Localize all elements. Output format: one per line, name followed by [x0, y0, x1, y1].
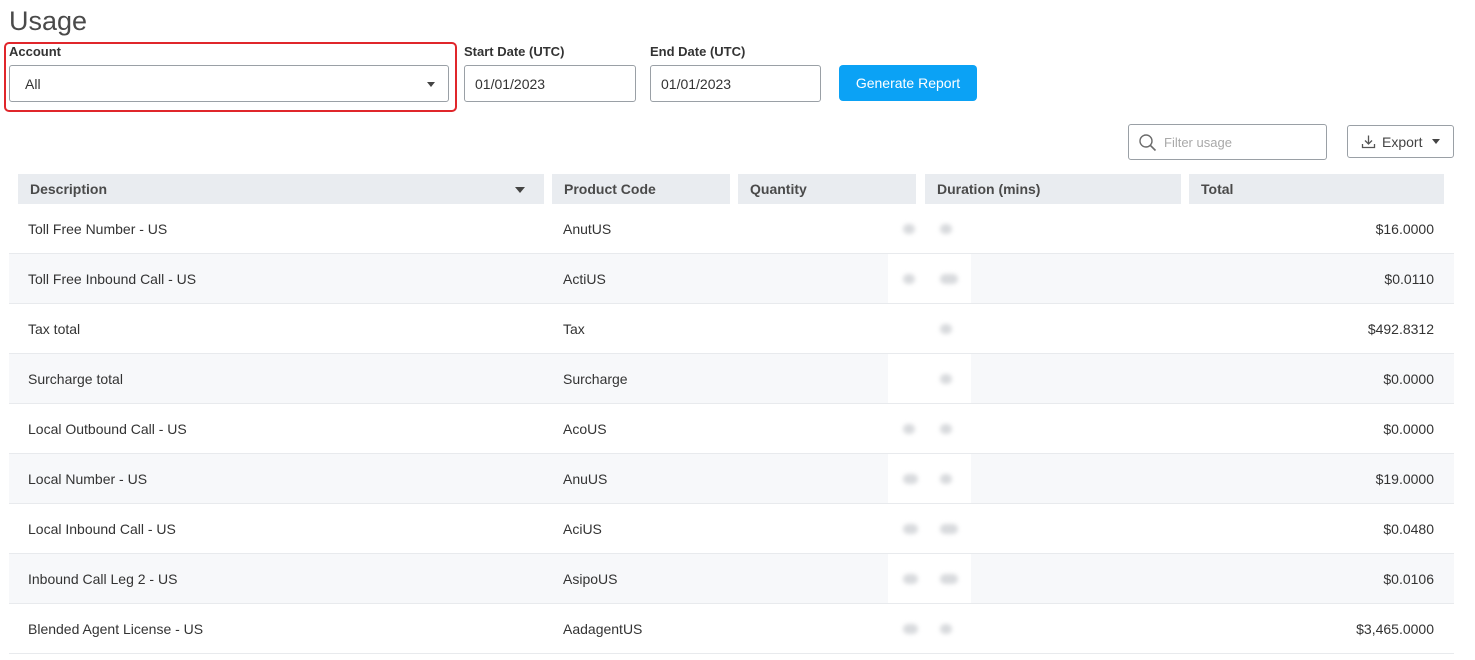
cell-product-code: AsipoUS — [563, 570, 618, 587]
start-date-input[interactable]: 01/01/2023 — [464, 65, 636, 102]
redacted-duration — [940, 474, 952, 484]
table-row[interactable]: Blended Agent License - US AadagentUS $3,4… — [9, 604, 1454, 654]
cell-description: Local Inbound Call - US — [28, 520, 176, 537]
cell-product-code: Tax — [563, 320, 585, 337]
export-label: Export — [1382, 133, 1423, 150]
chevron-down-icon — [427, 82, 435, 87]
cell-total: $0.0480 — [1383, 520, 1434, 537]
cell-product-code: AnuUS — [563, 470, 608, 487]
redacted-duration — [940, 424, 952, 434]
cell-total: $492.8312 — [1367, 320, 1434, 337]
download-icon — [1361, 134, 1376, 149]
redacted-quantity — [903, 574, 918, 584]
redacted-duration — [940, 374, 952, 384]
usage-table: Description Product Code Quantity Durati… — [9, 174, 1454, 654]
cell-description: Surcharge total — [28, 370, 123, 387]
cell-description: Inbound Call Leg 2 - US — [28, 570, 178, 587]
filter-usage-input[interactable]: Filter usage — [1128, 124, 1327, 160]
filter-placeholder: Filter usage — [1164, 134, 1232, 150]
cell-description: Local Number - US — [28, 470, 148, 487]
redacted-duration — [940, 624, 952, 634]
redacted-quantity-duration — [888, 354, 971, 403]
account-select[interactable]: All — [9, 65, 449, 102]
table-row[interactable]: Toll Free Number - US AnutUS $16.0000 — [9, 204, 1454, 254]
table-row[interactable]: Local Inbound Call - US AciUS $0.0480 — [9, 504, 1454, 554]
cell-product-code: AciUS — [563, 520, 602, 537]
cell-product-code: Surcharge — [563, 370, 628, 387]
redacted-quantity-duration — [888, 204, 971, 253]
table-row[interactable]: Local Outbound Call - US AcoUS $0.0000 — [9, 404, 1454, 454]
cell-product-code: ActiUS — [563, 270, 606, 287]
redacted-quantity — [903, 474, 918, 484]
column-header-duration[interactable]: Duration (mins) — [925, 174, 1181, 204]
redacted-duration — [940, 324, 952, 334]
table-row[interactable]: Local Number - US AnuUS $19.0000 — [9, 454, 1454, 504]
page-title: Usage — [9, 6, 88, 36]
cell-product-code: AcoUS — [563, 420, 607, 437]
table-row[interactable]: Tax total Tax $492.8312 — [9, 304, 1454, 354]
redacted-duration — [940, 524, 958, 534]
account-label: Account — [9, 44, 61, 59]
cell-total: $0.0110 — [1384, 270, 1434, 287]
redacted-quantity — [903, 274, 915, 284]
export-button[interactable]: Export — [1347, 125, 1454, 158]
column-header-product-code[interactable]: Product Code — [552, 174, 730, 204]
redacted-quantity — [903, 524, 918, 534]
table-row[interactable]: Inbound Call Leg 2 - US AsipoUS $0.0106 — [9, 554, 1454, 604]
redacted-quantity-duration — [888, 404, 971, 453]
redacted-duration — [940, 274, 958, 284]
table-body: Toll Free Number - US AnutUS $16.0000 Toll … — [9, 204, 1454, 654]
cell-total: $16.0000 — [1375, 220, 1434, 237]
redacted-quantity-duration — [888, 254, 971, 303]
cell-total: $19.0000 — [1375, 470, 1434, 487]
start-date-value: 01/01/2023 — [475, 75, 546, 92]
cell-total: $0.0000 — [1383, 370, 1434, 387]
end-date-value: 01/01/2023 — [661, 75, 732, 92]
column-header-label: Product Code — [564, 181, 656, 197]
cell-description: Tax total — [28, 320, 81, 337]
column-header-label: Description — [30, 181, 108, 197]
column-header-description[interactable]: Description — [18, 174, 544, 204]
start-date-label: Start Date (UTC) — [464, 44, 565, 59]
cell-total: $3,465.0000 — [1356, 620, 1434, 637]
cell-description: Toll Free Inbound Call - US — [28, 270, 197, 287]
cell-description: Local Outbound Call - US — [28, 420, 187, 437]
cell-description: Toll Free Number - US — [28, 220, 168, 237]
table-row[interactable]: Surcharge total Surcharge $0.0000 — [9, 354, 1454, 404]
redacted-quantity-duration — [888, 504, 971, 553]
redacted-quantity — [903, 224, 915, 234]
chevron-down-icon — [1432, 139, 1441, 144]
end-date-label: End Date (UTC) — [650, 44, 746, 59]
column-header-quantity[interactable]: Quantity — [738, 174, 916, 204]
table-header: Description Product Code Quantity Durati… — [9, 174, 1454, 204]
cell-product-code: AadagentUS — [563, 620, 643, 637]
cell-total: $0.0000 — [1383, 420, 1434, 437]
column-header-label: Duration (mins) — [937, 181, 1041, 197]
cell-product-code: AnutUS — [563, 220, 612, 237]
account-select-value: All — [25, 75, 41, 92]
redacted-quantity-duration — [888, 454, 971, 503]
redacted-duration — [940, 224, 952, 234]
sort-down-icon[interactable] — [515, 187, 525, 193]
redacted-quantity-duration — [888, 554, 971, 603]
column-header-total[interactable]: Total — [1189, 174, 1444, 204]
search-icon — [1138, 133, 1157, 152]
column-header-label: Quantity — [750, 181, 807, 197]
generate-report-button[interactable]: Generate Report — [839, 65, 977, 101]
redacted-quantity — [903, 624, 918, 634]
redacted-duration — [940, 574, 958, 584]
column-header-label: Total — [1201, 181, 1234, 197]
redacted-quantity-duration — [888, 304, 971, 353]
redacted-quantity-duration — [888, 604, 971, 653]
end-date-input[interactable]: 01/01/2023 — [650, 65, 821, 102]
cell-description: Blended Agent License - US — [28, 620, 204, 637]
redacted-quantity — [903, 424, 915, 434]
cell-total: $0.0106 — [1383, 570, 1434, 587]
table-row[interactable]: Toll Free Inbound Call - US ActiUS $0.0110 — [9, 254, 1454, 304]
